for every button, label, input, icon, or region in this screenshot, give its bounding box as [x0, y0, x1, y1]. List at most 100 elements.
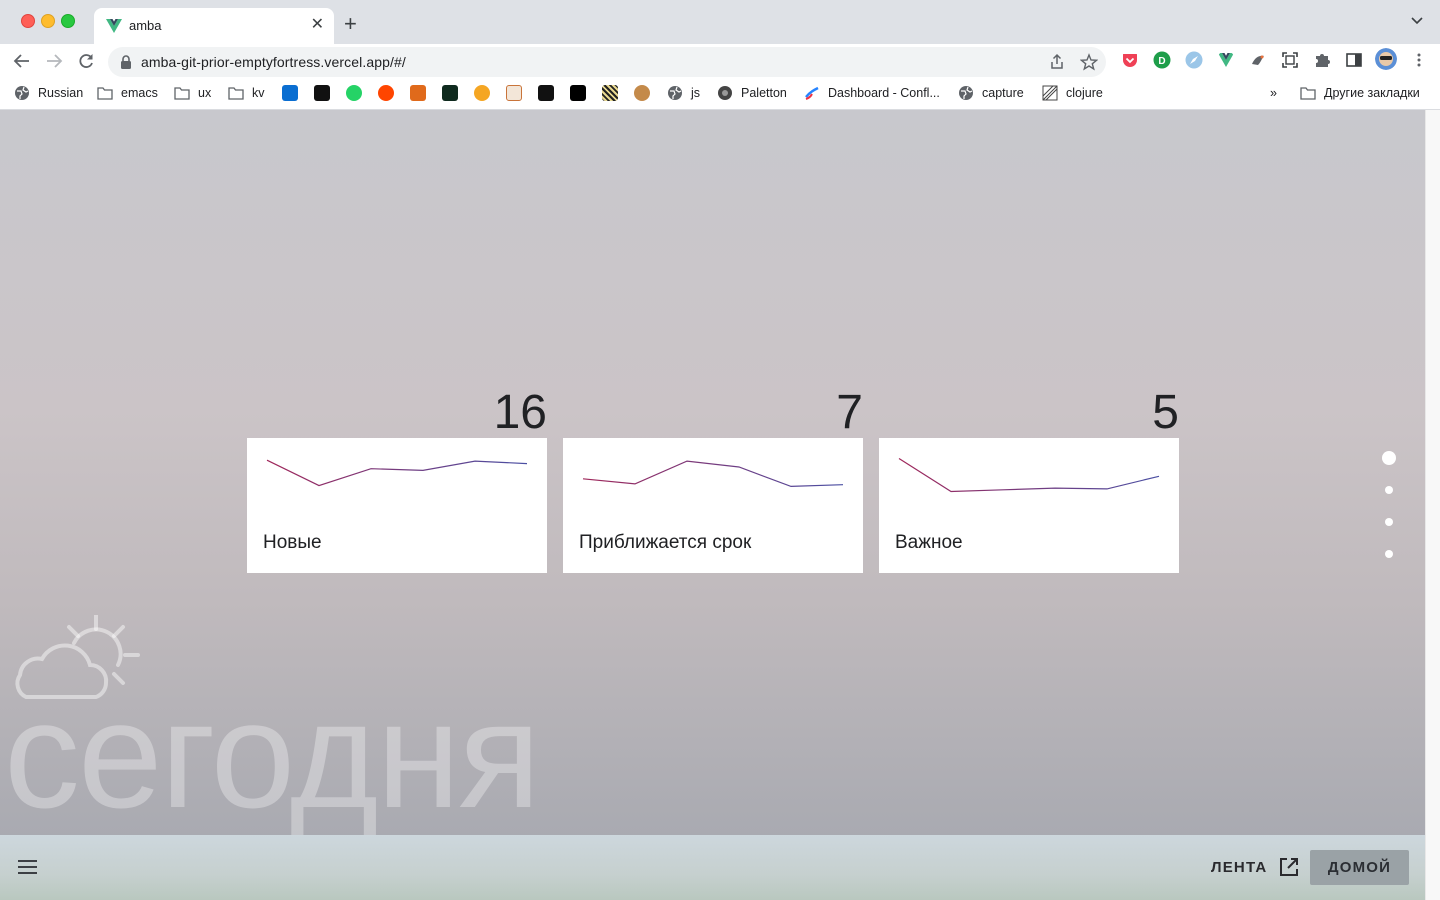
close-window-button[interactable]	[21, 14, 35, 28]
bookmark-c[interactable]	[314, 84, 330, 102]
hamburger-menu-icon[interactable]	[18, 859, 38, 875]
external-link-icon	[1280, 858, 1299, 876]
folder-icon	[97, 87, 113, 100]
bookmark-outlook[interactable]	[282, 84, 298, 102]
bookmark-clojure[interactable]: clojure	[1042, 84, 1103, 102]
back-arrow-icon[interactable]	[12, 51, 32, 71]
bookmark-folder-emacs[interactable]: emacs	[97, 84, 158, 102]
pattern-icon	[602, 85, 618, 101]
m-app-icon	[538, 85, 554, 101]
bookmark-whatsapp[interactable]	[346, 84, 362, 102]
bookmark-confluence[interactable]: Dashboard - Confl...	[804, 84, 940, 102]
folder-icon	[1300, 87, 1316, 100]
pager-dot-3[interactable]	[1385, 518, 1393, 526]
card-label: Приближается срок	[579, 532, 752, 553]
bookmark-dog[interactable]	[634, 84, 650, 102]
c-app-icon	[314, 85, 330, 101]
card-count-deadline: 7	[836, 386, 863, 439]
card-deadline[interactable]: Приближается срок	[563, 438, 863, 573]
whatsapp-icon	[346, 85, 362, 101]
browser-tab[interactable]: amba ✕	[94, 8, 334, 44]
kebab-menu-icon[interactable]	[1410, 51, 1428, 69]
pager-dot-4[interactable]	[1385, 550, 1393, 558]
bookmark-pattern[interactable]	[602, 84, 618, 102]
feed-label: ЛЕНТА	[1211, 858, 1268, 876]
sparkline-chart	[266, 459, 528, 487]
feed-button[interactable]: ЛЕНТА	[1211, 857, 1299, 877]
new-tab-button[interactable]: +	[344, 12, 357, 36]
bookmark-paletton[interactable]: Paletton	[717, 84, 787, 102]
bookmark-label: Другие закладки	[1324, 86, 1420, 100]
lock-icon	[121, 55, 131, 69]
bookmark-label: js	[691, 86, 701, 100]
browser-tab-bar: amba ✕ +	[0, 0, 1440, 44]
vue-icon	[106, 19, 122, 33]
sparkline-series	[266, 459, 528, 487]
extension-green-icon[interactable]: D	[1153, 51, 1171, 69]
share-nodes-icon	[474, 85, 490, 101]
globe-icon	[959, 86, 973, 100]
card-label: Важное	[895, 532, 963, 553]
folder-icon	[228, 87, 244, 100]
chevron-down-icon[interactable]	[1410, 14, 1424, 28]
bookmark-folder-ux[interactable]: ux	[174, 84, 211, 102]
home-button[interactable]: ДОМОЙ	[1310, 850, 1409, 885]
svg-text:D: D	[1158, 56, 1165, 67]
app-page: 16 Новые 7 Приближается срок 5 Важное се…	[0, 110, 1425, 900]
screenshot-icon[interactable]	[1281, 51, 1299, 69]
pocket-icon[interactable]	[1121, 51, 1139, 69]
star-icon[interactable]	[1080, 53, 1098, 71]
bookmark-m[interactable]	[538, 84, 554, 102]
sparkline-chart	[582, 460, 844, 488]
bookmark-label: Paletton	[741, 86, 787, 100]
sparkline-series	[582, 460, 844, 488]
other-bookmarks-folder[interactable]: Другие закладки	[1300, 84, 1420, 102]
reload-icon[interactable]	[76, 51, 96, 71]
sparkline-chart	[898, 457, 1160, 493]
bookmark-folder-kv[interactable]: kv	[228, 84, 265, 102]
card-new[interactable]: Новые	[247, 438, 547, 573]
bookmark-label: ux	[198, 86, 212, 100]
extension-compass-icon[interactable]	[1185, 51, 1203, 69]
card-important[interactable]: Важное	[879, 438, 1179, 573]
home-label: ДОМОЙ	[1327, 859, 1392, 876]
card-count-new: 16	[493, 386, 547, 439]
maximize-window-button[interactable]	[61, 14, 75, 28]
bookmark-russian[interactable]: Russian	[14, 84, 83, 102]
side-panel-icon[interactable]	[1345, 51, 1363, 69]
paletton-icon	[718, 86, 732, 100]
bookmark-label: capture	[982, 86, 1024, 100]
clojure-icon	[1042, 85, 1058, 101]
bookmark-medium[interactable]	[570, 84, 586, 102]
forward-arrow-icon[interactable]	[44, 51, 64, 71]
bookmark-share[interactable]	[474, 84, 490, 102]
extension-bird-icon[interactable]	[1249, 51, 1267, 69]
terminal-icon	[442, 85, 458, 101]
address-bar[interactable]: amba-git-prior-emptyfortress.vercel.app/…	[108, 47, 1106, 77]
bookmarks-bar: Russian emacs ux kv js Paletton Dashboar…	[0, 78, 1440, 110]
minimize-window-button[interactable]	[41, 14, 55, 28]
yc-icon	[506, 85, 522, 101]
bookmark-terminal[interactable]	[442, 84, 458, 102]
pager-dot-2[interactable]	[1385, 486, 1393, 494]
bookmark-yc[interactable]	[506, 84, 522, 102]
share-icon[interactable]	[1048, 53, 1066, 71]
bookmark-label: kv	[252, 86, 265, 100]
card-count-important: 5	[1152, 386, 1179, 439]
bookmark-label: Dashboard - Confl...	[828, 86, 940, 100]
confluence-icon	[805, 86, 819, 100]
vue-devtools-icon[interactable]	[1217, 51, 1235, 69]
bookmark-reddit[interactable]	[378, 84, 394, 102]
bookmark-orange-app[interactable]	[410, 84, 426, 102]
bookmark-label: Russian	[38, 86, 84, 100]
close-tab-button[interactable]: ✕	[311, 16, 324, 34]
bookmark-capture[interactable]: capture	[958, 84, 1024, 102]
bookmark-js[interactable]: js	[667, 84, 700, 102]
avatar[interactable]	[1375, 48, 1397, 70]
pager-dot-1[interactable]	[1382, 451, 1396, 465]
bottom-navigation-bar: ЛЕНТА ДОМОЙ	[0, 835, 1425, 900]
more-bookmarks-button[interactable]: »	[1270, 84, 1277, 102]
puzzle-icon[interactable]	[1313, 51, 1331, 69]
outlook-icon	[282, 85, 298, 101]
page-scrollbar[interactable]	[1425, 110, 1440, 900]
